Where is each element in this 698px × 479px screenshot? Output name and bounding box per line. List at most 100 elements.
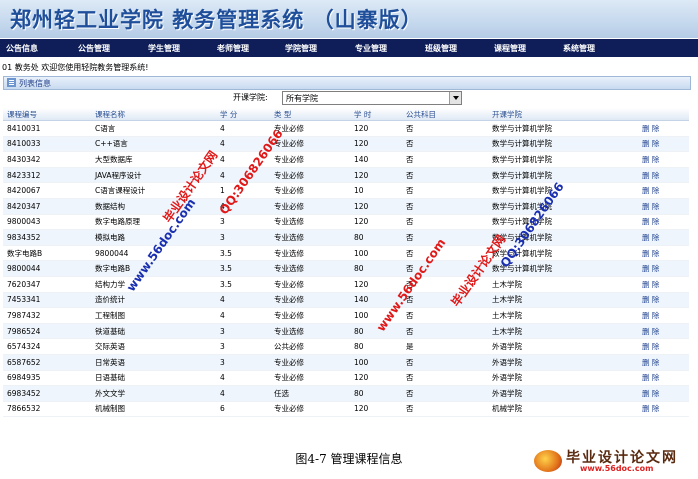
cell-hours: 140 [350, 292, 402, 309]
cell-course-id: 6983452 [3, 385, 91, 402]
cell-public: 否 [402, 292, 488, 309]
nav-item-class-admin[interactable]: 班级管理 [425, 43, 457, 54]
cell-college: 土木学院 [488, 276, 638, 293]
nav-item-notice-info[interactable]: 公告信息 [6, 43, 38, 54]
cell-type: 专业必修 [270, 151, 350, 168]
delete-link[interactable]: 删 除 [638, 229, 689, 246]
cell-hours: 100 [350, 245, 402, 262]
cell-type: 专业必修 [270, 354, 350, 371]
cell-course-name: 结构力学 [91, 276, 216, 293]
cell-college: 外语学院 [488, 385, 638, 402]
cell-credit: 4 [216, 385, 270, 402]
cell-hours: 80 [350, 323, 402, 340]
table-row: 数字电路B 9800044 3.5 专业选修 100 否数学与计算机学院删 除 [3, 245, 689, 262]
cell-hours: 80 [350, 338, 402, 355]
cell-course-name: 数字电路原理 [91, 214, 216, 231]
cell-college: 土木学院 [488, 292, 638, 309]
cell-hours: 120 [350, 401, 402, 418]
cell-type: 专业必修 [270, 292, 350, 309]
cell-college: 外语学院 [488, 354, 638, 371]
delete-link[interactable]: 删 除 [638, 276, 689, 293]
delete-link[interactable]: 删 除 [638, 292, 689, 309]
site-logo: 毕业设计论文网 www.56doc.com [534, 446, 694, 476]
table-row: 8430342 大型数据库 4 专业必修 140 否数学与计算机学院删 除 [3, 151, 689, 168]
cell-course-id: 7866532 [3, 401, 91, 418]
course-table: 课程编号 课程名称 学 分 类 型 学 时 公共科目 开课学院 8410031 C… [3, 108, 689, 418]
chevron-down-icon[interactable] [449, 92, 461, 104]
cell-hours: 120 [350, 370, 402, 387]
table-row: 9800044 数字电路B 3.5 专业选修 80 否数学与计算机学院删 除 [3, 260, 689, 277]
cell-public: 否 [402, 354, 488, 371]
col-header-course-id[interactable]: 课程编号 [3, 108, 91, 121]
nav-item-course-admin[interactable]: 课程管理 [494, 43, 526, 54]
cell-course-id: 8430342 [3, 151, 91, 168]
table-row: 9800043 数字电路原理 3 专业选修 120 否数学与计算机学院删 除 [3, 214, 689, 231]
cell-public: 否 [402, 229, 488, 246]
logo-url: www.56doc.com [580, 464, 654, 473]
cell-course-name: C++语言 [91, 136, 216, 153]
cell-hours: 80 [350, 229, 402, 246]
delete-link[interactable]: 删 除 [638, 323, 689, 340]
delete-link[interactable]: 删 除 [638, 260, 689, 277]
col-header-type[interactable]: 类 型 [270, 108, 350, 121]
delete-link[interactable]: 删 除 [638, 354, 689, 371]
nav-item-college-admin[interactable]: 学院管理 [285, 43, 317, 54]
nav-item-major-admin[interactable]: 专业管理 [355, 43, 387, 54]
cell-course-name: 交际英语 [91, 338, 216, 355]
delete-link[interactable]: 删 除 [638, 182, 689, 199]
cell-public: 否 [402, 151, 488, 168]
table-header-row: 课程编号 课程名称 学 分 类 型 学 时 公共科目 开课学院 [3, 108, 689, 121]
nav-item-student-admin[interactable]: 学生管理 [148, 43, 180, 54]
delete-link[interactable]: 删 除 [638, 338, 689, 355]
delete-link[interactable]: 删 除 [638, 120, 689, 137]
cell-public: 否 [402, 120, 488, 137]
table-row: 8423312 JAVA程序设计 4 专业必修 120 否数学与计算机学院删 除 [3, 167, 689, 184]
app-title: 郑州轻工业学院 教务管理系统 （山寨版） [10, 7, 423, 32]
cell-credit: 3.5 [216, 276, 270, 293]
nav-item-system-admin[interactable]: 系统管理 [563, 43, 595, 54]
col-header-hours[interactable]: 学 时 [350, 108, 402, 121]
delete-link[interactable]: 删 除 [638, 214, 689, 231]
cell-college: 外语学院 [488, 370, 638, 387]
cell-course-id: 9834352 [3, 229, 91, 246]
cell-public: 否 [402, 136, 488, 153]
delete-link[interactable]: 删 除 [638, 401, 689, 418]
col-header-course-name[interactable]: 课程名称 [91, 108, 216, 121]
cell-type: 专业选修 [270, 245, 350, 262]
cell-college: 数学与计算机学院 [488, 136, 638, 153]
cell-course-name: 大型数据库 [91, 151, 216, 168]
delete-link[interactable]: 删 除 [638, 136, 689, 153]
cell-credit: 4 [216, 292, 270, 309]
cell-credit: 3 [216, 229, 270, 246]
college-filter-select[interactable]: 所有学院 [282, 91, 462, 105]
table-row: 8420067 C语言课程设计 1 专业必修 10 否数学与计算机学院删 除 [3, 182, 689, 199]
cell-course-id: 数字电路B [3, 245, 91, 262]
delete-link[interactable]: 删 除 [638, 167, 689, 184]
delete-link[interactable]: 删 除 [638, 370, 689, 387]
cell-course-id: 8420067 [3, 182, 91, 199]
cell-course-name: 模拟电路 [91, 229, 216, 246]
delete-link[interactable]: 删 除 [638, 307, 689, 324]
cell-course-name: 机械制图 [91, 401, 216, 418]
nav-item-teacher-admin[interactable]: 老师管理 [217, 43, 249, 54]
table-row: 8420347 数据结构 4 专业必修 120 否数学与计算机学院删 除 [3, 198, 689, 215]
col-header-college[interactable]: 开课学院 [488, 108, 638, 121]
cell-course-name: 外文文学 [91, 385, 216, 402]
cell-course-id: 9800043 [3, 214, 91, 231]
delete-link[interactable]: 删 除 [638, 385, 689, 402]
cell-type: 专业选修 [270, 260, 350, 277]
cell-public: 否 [402, 401, 488, 418]
nav-item-notice-admin[interactable]: 公告管理 [78, 43, 110, 54]
table-row: 8410031 C语言 4 专业必修 120 否数学与计算机学院删 除 [3, 120, 689, 137]
col-header-credit[interactable]: 学 分 [216, 108, 270, 121]
cell-course-name: 数据结构 [91, 198, 216, 215]
cell-type: 专业选修 [270, 229, 350, 246]
cell-course-id: 7620347 [3, 276, 91, 293]
college-filter-value: 所有学院 [286, 94, 318, 103]
cell-college: 外语学院 [488, 338, 638, 355]
delete-link[interactable]: 删 除 [638, 245, 689, 262]
delete-link[interactable]: 删 除 [638, 198, 689, 215]
delete-link[interactable]: 删 除 [638, 151, 689, 168]
cell-hours: 80 [350, 385, 402, 402]
col-header-public[interactable]: 公共科目 [402, 108, 488, 121]
